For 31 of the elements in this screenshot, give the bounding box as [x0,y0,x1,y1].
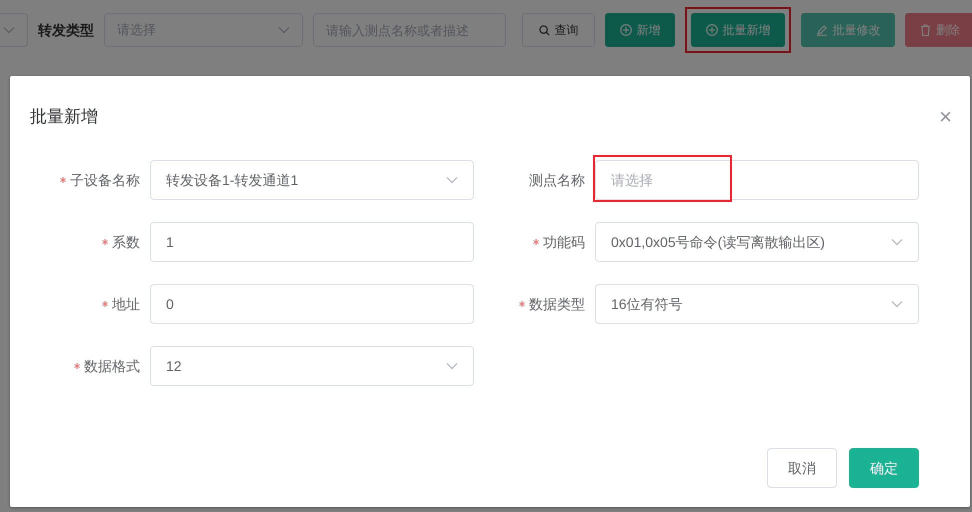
cancel-button[interactable]: 取消 [767,448,837,488]
field-label: 地址 [112,294,140,314]
field-label: 子设备名称 [70,170,140,190]
confirm-button[interactable]: 确定 [849,448,919,488]
select-field[interactable]: 12 [150,346,474,386]
select-field[interactable]: 转发设备1-转发通道1 [150,160,474,200]
close-button[interactable]: × [939,106,952,128]
input-field[interactable]: 1 [150,222,474,262]
chevron-icon [3,26,15,34]
plus-circle-icon [620,24,632,36]
toolbar-button[interactable]: 查询 [522,13,595,47]
select-field[interactable]: 0x01,0x05号命令(读写离散输出区) [595,222,919,262]
input-field[interactable]: 请选择 [595,160,919,200]
trash-icon [920,24,931,36]
field-label: 数据类型 [529,294,585,314]
pencil-icon [816,24,828,36]
plus-circle-icon [706,24,718,36]
field-label: 数据格式 [84,356,140,376]
chevron-icon [446,362,458,370]
input-field[interactable]: 0 [150,284,474,324]
chevron-icon [891,300,903,308]
field-label: 测点名称 [529,170,585,190]
chevron-icon [446,176,458,184]
chevron-icon [891,238,903,246]
search-icon [538,24,550,36]
select-field[interactable]: 16位有符号 [595,284,919,324]
field-label: 功能码 [543,232,585,252]
dialog-title: 批量新增 [30,106,98,128]
chevron-icon [278,26,290,34]
field-label: 系数 [112,232,140,252]
filter-label: 转发类型 [38,20,94,40]
